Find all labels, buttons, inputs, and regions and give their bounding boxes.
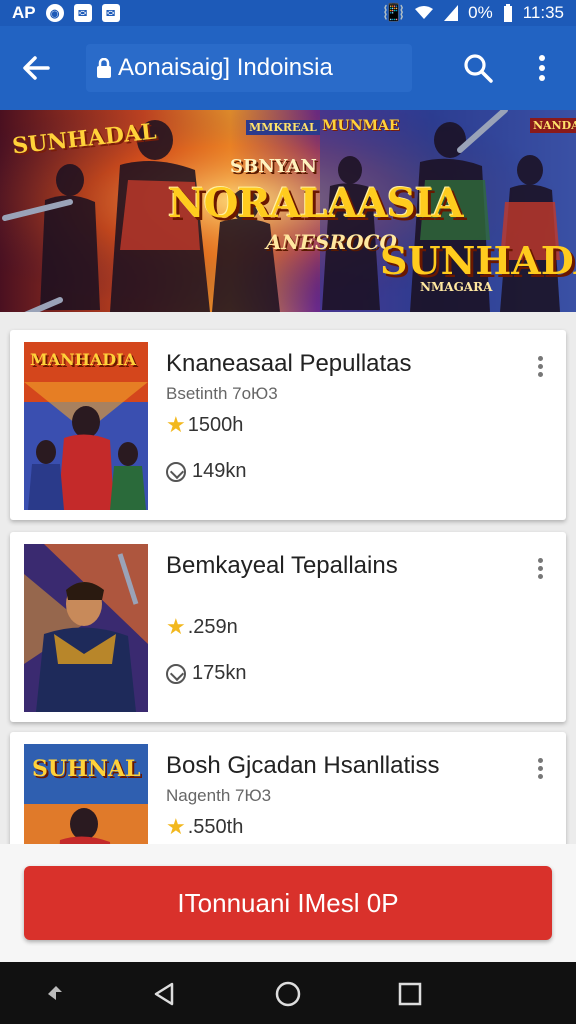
battery-icon	[503, 4, 512, 22]
clock: 11:35	[522, 3, 564, 22]
downloads-value: 149kn	[192, 460, 247, 482]
battery-percent: 0%	[468, 3, 493, 22]
list-item[interactable]: SUHNAL Bosh Gjcadan Hsanllatiss Nagenth …	[10, 732, 566, 844]
banner-logo-right: SUNHADA	[380, 238, 576, 283]
rating-value: 1500h	[187, 413, 244, 436]
download-icon	[166, 461, 186, 482]
carrier-label: AP	[12, 3, 36, 22]
rating-value: .259n	[187, 615, 238, 638]
search-icon[interactable]	[462, 52, 494, 84]
banner-subtitle: SBNYAN	[230, 156, 317, 177]
star-icon: ★	[166, 814, 186, 839]
notification-icon: ◉	[45, 4, 64, 22]
downloads-value: 175kn	[192, 662, 247, 684]
list-item[interactable]: MANHADIA Knaneasaal Pepullatas Bsetinth …	[10, 330, 566, 520]
item-rating: ★ 1500h	[166, 412, 243, 438]
banner-logo-right-top: MUNMAE	[322, 118, 400, 134]
notification-icon-2: ✉	[73, 4, 92, 22]
game-thumbnail	[24, 544, 148, 712]
star-icon: ★	[166, 412, 186, 437]
hero-banner[interactable]: SUNHADAL MMKREAL MUNMAE NANDATE SBNYAN N…	[0, 110, 576, 312]
nav-extra-icon[interactable]	[42, 980, 70, 1008]
game-thumbnail: MANHADIA	[24, 342, 148, 510]
mail-icon: ✉	[101, 4, 120, 22]
primary-action-button[interactable]: ITonnuani IMesl 0P	[24, 866, 552, 940]
item-more-icon[interactable]	[536, 356, 544, 380]
back-arrow-icon[interactable]	[20, 52, 52, 84]
item-subtitle: Bsetinth 7оЮ3	[166, 384, 278, 403]
download-icon	[166, 663, 186, 684]
game-thumbnail: SUHNAL	[24, 744, 148, 844]
star-icon: ★	[166, 614, 186, 639]
list-item[interactable]: Bemkayeal Tepallains ★ .259n 175kn	[10, 532, 566, 722]
game-list: MANHADIA Knaneasaal Pepullatas Bsetinth …	[0, 312, 576, 844]
item-subtitle: Nagenth 7Ю3	[166, 786, 272, 805]
item-title: Bemkayeal Tepallains	[166, 552, 398, 579]
rating-value: .550th	[187, 815, 244, 838]
nav-back-icon[interactable]	[150, 980, 178, 1008]
banner-logo-right-sub: NMAGARA	[420, 280, 493, 294]
item-title: Bosh Gjcadan Hsanllatiss	[166, 752, 440, 779]
item-more-icon[interactable]	[536, 558, 544, 582]
page-title: Aonaisaig] Indoinsia	[118, 54, 333, 81]
item-more-icon[interactable]	[536, 758, 544, 782]
item-downloads: 175kn	[166, 662, 247, 685]
nav-recents-icon[interactable]	[396, 980, 424, 1008]
banner-tag: MMKREAL	[246, 120, 320, 135]
item-downloads: 149kn	[166, 460, 247, 483]
banner-headline: NORALAASIA	[168, 180, 464, 227]
lock-icon	[97, 58, 111, 78]
thumbnail-title: MANHADIA	[30, 350, 137, 369]
nav-home-icon[interactable]	[274, 980, 302, 1008]
vibrate-icon: 📳	[382, 3, 405, 22]
item-title: Knaneasaal Pepullatas	[166, 350, 412, 377]
item-rating: ★ .550th	[166, 814, 243, 840]
address-bar[interactable]: Aonaisaig] Indoinsia	[86, 44, 412, 92]
more-vert-icon[interactable]	[530, 52, 554, 84]
system-nav-bar	[0, 962, 576, 1024]
app-bar: Aonaisaig] Indoinsia	[0, 26, 576, 110]
banner-caption: ANESROCO	[266, 230, 397, 254]
thumbnail-title: SUHNAL	[32, 756, 141, 782]
status-bar: AP ◉ ✉ ✉ 📳 0% 11:35	[0, 0, 576, 26]
item-rating: ★ .259n	[166, 614, 238, 640]
wifi-icon	[415, 6, 434, 19]
signal-icon	[444, 5, 459, 21]
action-area: ITonnuani IMesl 0P	[0, 844, 576, 962]
banner-tag-right: NANDATE	[530, 118, 576, 133]
